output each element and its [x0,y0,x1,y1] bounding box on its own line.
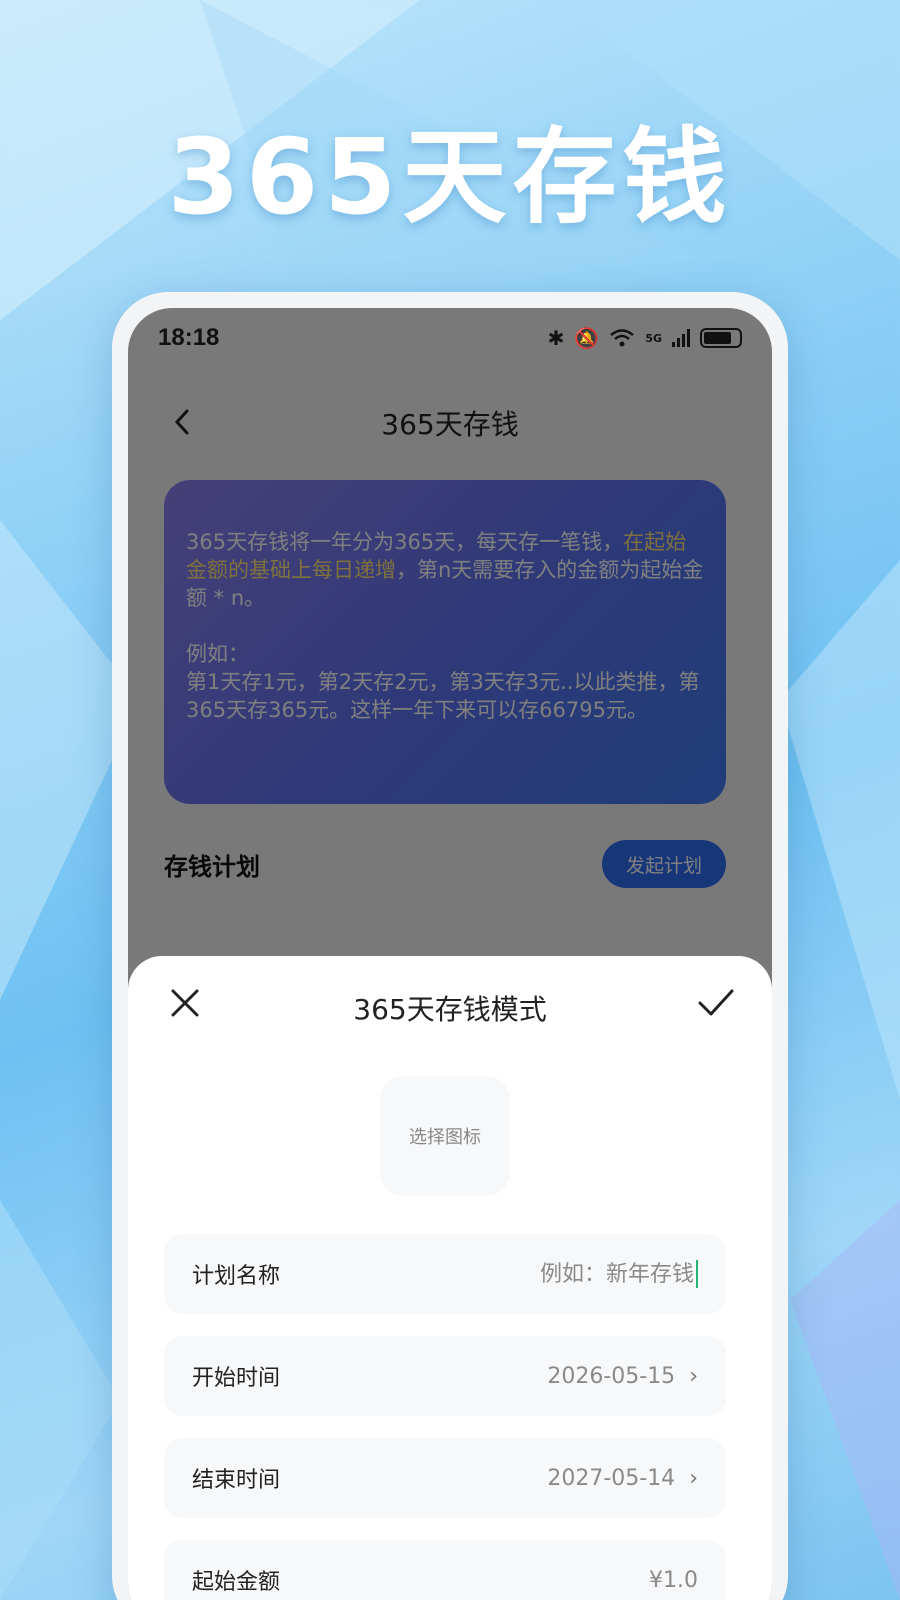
start-date-value: 2026-05-15 [547,1363,676,1389]
start-amount-value-wrap: ¥1.0 [649,1568,698,1593]
status-bar: 18:18 ✱ 🔕 5G [128,308,772,368]
start-date-row[interactable]: 开始时间 2026-05-15 › [164,1336,726,1416]
bottom-sheet: 365天存钱模式 选择图标 计划名称 开始时间 2026-05-15 › [128,956,772,1600]
plan-name-value [494,1260,698,1288]
plan-name-label: 计划名称 [192,1264,281,1289]
app-screen: 18:18 ✱ 🔕 5G 365天存钱模式 选择图标 计划名称 例如：新年存钱 … [128,308,772,1600]
plan-name-input[interactable] [494,1261,694,1287]
end-date-label: 结束时间 [192,1468,281,1493]
sheet-title: 365天存钱模式 [353,993,547,1026]
sheet-header: 365天存钱模式 [128,956,772,1060]
start-date-label: 开始时间 [192,1366,281,1391]
plan-name-row[interactable]: 计划名称 [164,1234,726,1314]
battery-icon [700,328,742,348]
end-date-value: 2027-05-14 [547,1465,676,1491]
mute-bell-icon: 🔕 [574,326,600,350]
status-icons: ✱ 🔕 5G [548,326,742,350]
wifi-icon [610,329,635,347]
phone-frame: 18:18 ✱ 🔕 5G 365天存钱模式 选择图标 计划名称 例如：新年存钱 … [112,292,788,1600]
start-amount-row[interactable]: 起始金额 ¥1.0 [164,1540,726,1600]
text-caret [696,1260,698,1288]
bluetooth-icon: ✱ [547,326,565,350]
start-amount-label: 起始金额 [192,1570,281,1595]
status-time: 18:18 [158,324,220,351]
hero-title: 365天存钱 [167,116,733,238]
cellular-signal-icon [672,329,690,347]
network-type-label: 5G [645,331,662,345]
end-date-row[interactable]: 结束时间 2027-05-14 › [164,1438,726,1518]
start-date-value-wrap: 2026-05-15 › [547,1364,698,1389]
start-amount-value: ¥1.0 [649,1567,698,1593]
check-icon[interactable] [696,986,736,1020]
end-date-value-wrap: 2027-05-14 › [547,1466,698,1491]
icon-picker[interactable]: 选择图标 [380,1076,510,1196]
close-icon[interactable] [168,986,202,1020]
chevron-right-icon: › [689,1363,698,1389]
chevron-right-icon: › [689,1465,698,1491]
